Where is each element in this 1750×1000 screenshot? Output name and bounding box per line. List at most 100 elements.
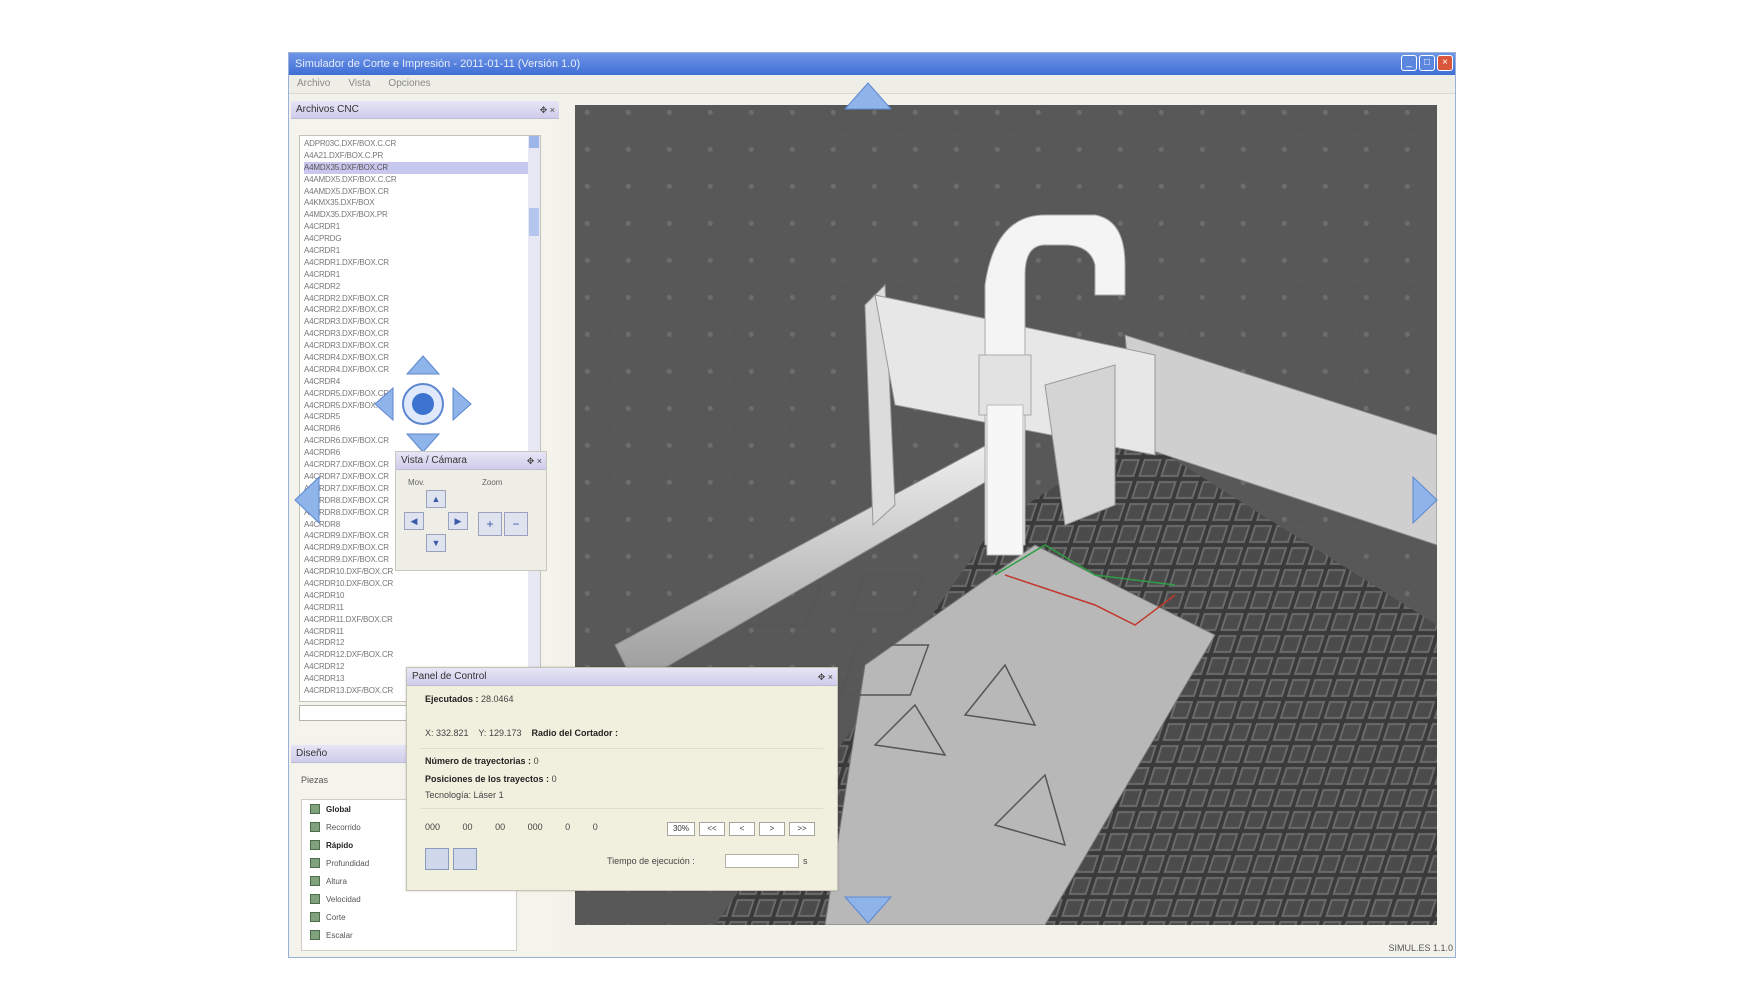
first-button[interactable]: << xyxy=(699,822,725,836)
step-counter: 000 xyxy=(527,822,543,832)
file-list-item[interactable]: A4CRDR2 xyxy=(304,281,540,293)
control-panel-pin-icon[interactable]: ✥ × xyxy=(818,668,833,686)
file-search-input[interactable] xyxy=(299,705,421,721)
num-tools-row: Número de trayectorias : 0 xyxy=(425,756,539,766)
layer-icon xyxy=(310,894,320,904)
file-list-item[interactable]: A4CRDR3.DXF/BOX.CR xyxy=(304,340,540,352)
layer-icon xyxy=(310,822,320,832)
file-list-item[interactable]: A4CRDR1 xyxy=(304,221,540,233)
time-label: Tiempo de ejecución : xyxy=(607,856,695,866)
num-tools-label: Número de trayectorias : xyxy=(425,756,532,766)
zoom-out-button[interactable]: − xyxy=(504,512,528,536)
file-list-item[interactable]: A4CRDR1.DXF/BOX.CR xyxy=(304,257,540,269)
zoom-in-button[interactable]: + xyxy=(478,512,502,536)
radius-label: Radio del Cortador : xyxy=(531,728,619,738)
view-panel-pin-icon[interactable]: ✥ × xyxy=(527,452,542,470)
file-list-item[interactable]: A4CRDR3.DXF/BOX.CR xyxy=(304,328,540,340)
file-list-item[interactable]: A4AMDX5.DXF/BOX.C.CR xyxy=(304,174,540,186)
layer-icon xyxy=(310,912,320,922)
file-list-item[interactable]: A4CRDR11 xyxy=(304,602,540,614)
design-panel-subtitle: Piezas xyxy=(301,775,329,785)
window-controls: _ □ × xyxy=(1401,55,1453,71)
num-tools-value: 0 xyxy=(533,756,539,766)
file-list-item[interactable]: A4CRDR10.DXF/BOX.CR xyxy=(304,578,540,590)
tree-item-label: Corte xyxy=(326,912,346,922)
view-panel-title: Vista / Cámara ✥ × xyxy=(396,452,546,470)
file-list-item[interactable]: A4CRDR10 xyxy=(304,590,540,602)
execution-label: Ejecutados : xyxy=(425,694,479,704)
pin-close-icons[interactable]: ✥ × xyxy=(540,101,555,119)
file-list-item[interactable]: ADPR03C.DXF/BOX.C.CR xyxy=(304,138,540,150)
step-counters: 000 00 00 000 0 0 xyxy=(425,822,598,832)
pan-left-arrow-icon[interactable] xyxy=(293,475,323,525)
move-left-button[interactable]: ◀ xyxy=(404,512,424,530)
tree-item[interactable]: Escalar xyxy=(302,926,516,944)
control-panel: Panel de Control ✥ × Ejecutados : 28.046… xyxy=(406,667,838,891)
tree-item[interactable]: Velocidad xyxy=(302,890,516,908)
view-navigator-icon[interactable] xyxy=(373,354,473,454)
next-button[interactable]: > xyxy=(759,822,785,836)
close-button[interactable]: × xyxy=(1437,55,1453,71)
scroll-thumb[interactable] xyxy=(529,208,539,236)
vertical-scrollbar[interactable] xyxy=(528,136,540,701)
step-counter: 000 xyxy=(425,822,441,832)
pan-right-arrow-icon[interactable] xyxy=(1409,475,1439,525)
layer-icon xyxy=(310,858,320,868)
move-up-button[interactable]: ▲ xyxy=(426,490,446,508)
tree-item[interactable]: Corte xyxy=(302,908,516,926)
file-list-item[interactable]: A4CPRDG xyxy=(304,233,540,245)
maximize-button[interactable]: □ xyxy=(1419,55,1435,71)
tree-item-label: Velocidad xyxy=(326,894,361,904)
tree-item-label: Escalar xyxy=(326,930,353,940)
file-list-item[interactable]: A4CRDR3.DXF/BOX.CR xyxy=(304,316,540,328)
time-input[interactable] xyxy=(725,854,799,868)
zoom-select[interactable]: 30% xyxy=(667,822,695,836)
spindle-body xyxy=(986,404,1024,556)
file-list-item[interactable]: A4A21.DXF/BOX.C.PR xyxy=(304,150,540,162)
menu-opciones[interactable]: Opciones xyxy=(388,75,430,93)
stop-button[interactable] xyxy=(453,848,477,870)
file-list-item[interactable]: A4CRDR2.DXF/BOX.CR xyxy=(304,293,540,305)
step-counter: 00 xyxy=(495,822,506,832)
design-panel-title-text: Diseño xyxy=(296,748,328,759)
move-right-button[interactable]: ▶ xyxy=(448,512,468,530)
scroll-up-arrow[interactable] xyxy=(529,136,539,148)
play-button[interactable] xyxy=(425,848,449,870)
title-bar: Simulador de Corte e Impresión - 2011-01… xyxy=(289,53,1455,75)
tree-item-label: Rápido xyxy=(326,840,354,850)
app-window: Simulador de Corte e Impresión - 2011-01… xyxy=(288,52,1456,958)
control-panel-title-text: Panel de Control xyxy=(412,671,487,682)
tool-positions-row: Posiciones de los trayectos : 0 xyxy=(425,774,557,784)
file-list-item[interactable]: A4KMX35.DXF/BOX xyxy=(304,197,540,209)
step-counter: 00 xyxy=(462,822,473,832)
tech-row: Tecnología: Láser 1 xyxy=(425,790,504,800)
pan-down-arrow-icon[interactable] xyxy=(843,893,893,925)
tree-item-label: Altura xyxy=(326,876,347,886)
minimize-button[interactable]: _ xyxy=(1401,55,1417,71)
coordinates-row: X: 332.821 Y: 129.173 Radio del Cortador… xyxy=(425,728,618,738)
file-list-item[interactable]: A4CRDR12 xyxy=(304,637,540,649)
file-list-item[interactable]: A4CRDR11 xyxy=(304,626,540,638)
file-list-item[interactable]: A4MDX35.DXF/BOX.CR xyxy=(304,161,540,174)
layer-icon xyxy=(310,840,320,850)
menu-vista[interactable]: Vista xyxy=(348,75,370,93)
tech-label: Tecnología: Láser xyxy=(425,790,497,800)
tool-positions-value: 0 xyxy=(551,774,557,784)
view-control-panel: Vista / Cámara ✥ × Mov. Zoom ▲ ◀ ▶ ▼ + − xyxy=(395,451,547,571)
menu-archivo[interactable]: Archivo xyxy=(297,75,330,93)
file-list-item[interactable]: A4CRDR1 xyxy=(304,245,540,257)
move-down-button[interactable]: ▼ xyxy=(426,534,446,552)
layer-icon xyxy=(310,930,320,940)
layer-icon xyxy=(310,804,320,814)
view-panel-title-text: Vista / Cámara xyxy=(401,455,467,466)
file-list-item[interactable]: A4CRDR2.DXF/BOX.CR xyxy=(304,304,540,316)
file-list-item[interactable]: A4CRDR1 xyxy=(304,269,540,281)
file-list-item[interactable]: A4AMDX5.DXF/BOX.CR xyxy=(304,186,540,198)
prev-button[interactable]: < xyxy=(729,822,755,836)
pan-up-arrow-icon[interactable] xyxy=(843,81,893,113)
file-list-item[interactable]: A4CRDR12.DXF/BOX.CR xyxy=(304,649,540,661)
file-list-item[interactable]: A4CRDR11.DXF/BOX.CR xyxy=(304,614,540,626)
file-list-item[interactable]: A4MDX35.DXF/BOX.PR xyxy=(304,209,540,221)
last-button[interactable]: >> xyxy=(789,822,815,836)
tree-item-label: Global xyxy=(326,804,351,814)
